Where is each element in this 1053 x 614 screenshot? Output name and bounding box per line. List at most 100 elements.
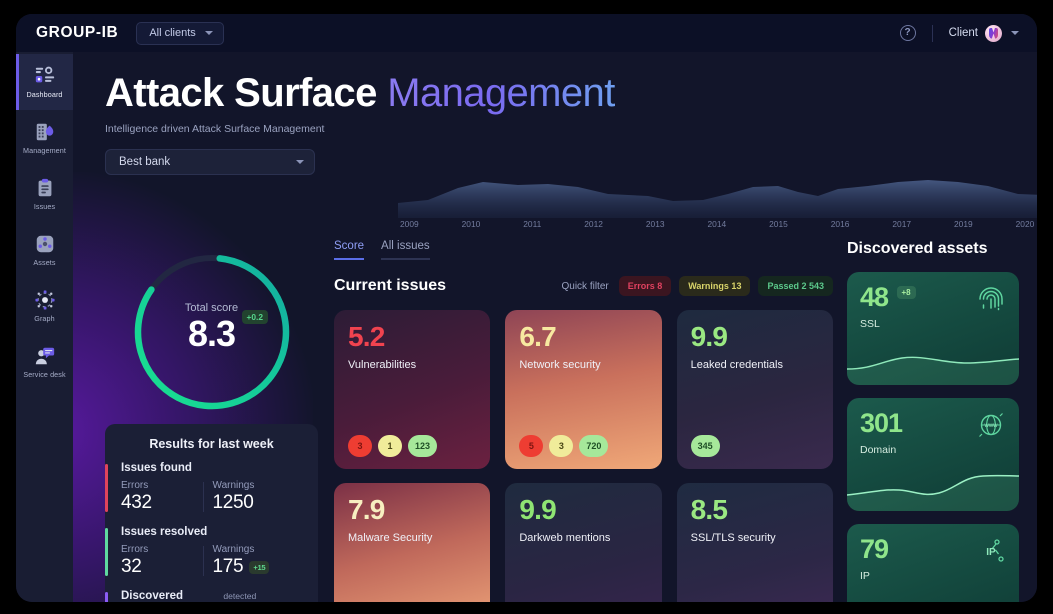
score-card-leaked-credentials[interactable]: 9.9 Leaked credentials 345: [676, 310, 833, 469]
timeline-year: 2020: [1015, 219, 1035, 229]
score-card-malware-security[interactable]: 7.9 Malware Security 4 87: [334, 483, 491, 602]
sidebar-item-issues[interactable]: Issues: [16, 166, 73, 222]
avatar[interactable]: [985, 24, 1002, 42]
body: Dashboard Management Issues Assets Graph…: [16, 52, 1037, 602]
result-cell: Errors 432: [121, 480, 213, 514]
asset-card-ssl[interactable]: 48 +8 SSL: [847, 272, 1019, 385]
filter-warnings[interactable]: Warnings 13: [679, 276, 751, 296]
chip-errors[interactable]: 3: [348, 435, 372, 457]
all-clients-select[interactable]: All clients: [136, 21, 224, 45]
chip-errors[interactable]: 5: [519, 435, 544, 457]
tab-score[interactable]: Score: [334, 240, 365, 260]
all-clients-label: All clients: [149, 27, 196, 39]
card-name: Darkweb mentions: [519, 532, 611, 544]
asset-sparkline: [847, 474, 1019, 511]
cell-key: Warnings: [212, 480, 255, 491]
sidebar-item-management[interactable]: Management: [16, 110, 73, 166]
help-icon[interactable]: ?: [899, 25, 916, 41]
card-name: Network security: [519, 359, 601, 371]
gauge-value: 8.3: [187, 313, 236, 354]
svg-text:www: www: [984, 423, 999, 429]
total-score-gauge: Total score 8.3 +0.2: [117, 246, 307, 418]
card-name: SSL/TLS security: [690, 532, 776, 544]
timeline-year: 2019: [954, 219, 973, 229]
top-bar: GROUP-IB All clients ? Client: [16, 14, 1037, 52]
issues-clipboard-icon: [38, 178, 51, 197]
score-card-vulnerabilities[interactable]: 5.2 Vulnerabilities 3 1 123: [334, 310, 491, 469]
group-accent-bar: [105, 592, 108, 602]
cell-value: 32: [121, 556, 142, 577]
page-subtitle: Intelligence driven Attack Surface Manag…: [105, 123, 325, 135]
sidebar-item-label: Service desk: [23, 370, 66, 379]
sidebar-item-label: Assets: [33, 258, 56, 267]
dashboard-icon: [35, 66, 54, 83]
main-content: Attack Surface Management Intelligence d…: [73, 52, 1037, 602]
sidebar-item-assets[interactable]: Assets: [16, 222, 73, 278]
card-chips: 5 3 720: [519, 435, 609, 457]
assets-network-icon: [36, 235, 53, 253]
ip-network-icon: IP: [986, 539, 1004, 562]
current-issues-header: Current issues Quick filter Errors 8 War…: [334, 276, 833, 296]
tabs: Score All issues: [334, 240, 833, 260]
chip-passed[interactable]: 123: [408, 435, 438, 457]
sidebar: Dashboard Management Issues Assets Graph…: [16, 52, 73, 602]
bank-select[interactable]: Best bank: [105, 149, 315, 175]
sidebar-item-service-desk[interactable]: Service desk: [16, 334, 73, 390]
timeline-year: 2017: [892, 219, 912, 229]
score-card-ssl-tls-security[interactable]: 8.5 SSL/TLS security 1 231: [676, 483, 833, 602]
discovered-assets-column: Discovered assets 48 +8 SSL 301 Domain w…: [847, 240, 1019, 602]
asset-card-ip[interactable]: 79 IP IP: [847, 524, 1019, 602]
year-timeline[interactable]: 2009 2010 2011 2012 2013 2014 2015 2016 …: [398, 170, 1037, 234]
card-score: 9.9: [690, 321, 728, 352]
chevron-down-icon[interactable]: [1011, 31, 1019, 35]
cell-value: 1250: [212, 492, 254, 513]
cell-value: 432: [121, 492, 152, 513]
chip-passed[interactable]: 720: [579, 435, 609, 457]
www-globe-icon: www: [979, 413, 1003, 437]
cell-key: Errors: [121, 480, 149, 491]
asset-value: 79: [860, 534, 889, 564]
asset-value: 48: [860, 282, 889, 312]
asset-value: 301: [860, 408, 903, 438]
timeline-year: 2010: [461, 219, 481, 229]
score-card-network-security[interactable]: 6.7 Network security 5 3 720: [505, 310, 662, 469]
timeline-year: 2014: [707, 219, 727, 229]
card-chips: 3 1 123: [348, 435, 438, 457]
card-score: 7.9: [348, 494, 385, 525]
score-card-darkweb-mentions[interactable]: 9.9 Darkweb mentions 450: [505, 483, 662, 602]
timeline-year: 2009: [400, 219, 419, 229]
chip-warnings[interactable]: 3: [549, 435, 574, 457]
card-score: 8.5: [690, 494, 728, 525]
client-label: Client: [948, 27, 978, 39]
filter-errors[interactable]: Errors 8: [618, 276, 672, 296]
sidebar-item-graph[interactable]: Graph: [16, 278, 73, 334]
card-score: 6.7: [519, 321, 556, 352]
score-card-grid: 5.2 Vulnerabilities 3 1 123 6.7 Network …: [334, 310, 833, 602]
tab-all-issues[interactable]: All issues: [381, 240, 430, 260]
asset-sparkline: [847, 356, 1019, 385]
brand-logo[interactable]: GROUP-IB: [36, 24, 118, 42]
asset-card-domain[interactable]: 301 Domain www: [847, 398, 1019, 511]
sidebar-item-label: Graph: [34, 314, 55, 323]
cell-value: 175 +15: [213, 556, 305, 578]
chip-warnings[interactable]: 1: [378, 435, 402, 457]
bank-select-value: Best bank: [119, 156, 171, 168]
chip-passed[interactable]: 345: [690, 435, 720, 457]
sidebar-item-dashboard[interactable]: Dashboard: [16, 54, 73, 110]
content-inner: Attack Surface Management Intelligence d…: [73, 52, 1037, 602]
group-heading-row: Discovered assets detected automatically: [121, 590, 304, 602]
gauge-center: Total score 8.3: [117, 302, 307, 354]
page-title-light: Management: [387, 71, 615, 115]
cell-key: Errors: [121, 544, 149, 555]
filter-passed[interactable]: Passed 2 543: [758, 276, 833, 296]
group-note: detected automatically: [223, 591, 273, 602]
group-cells: Errors 432 Warnings 1250: [121, 480, 304, 514]
cell-delta-badge: +15: [249, 560, 270, 574]
timeline-area-chart: [398, 180, 1037, 218]
assets-title: Discovered assets: [847, 240, 988, 257]
results-group-discovered-assets: Discovered assets detected automatically…: [105, 590, 318, 602]
top-bar-right: ? Client: [899, 24, 1019, 42]
management-icon: [36, 123, 53, 141]
device-frame: GROUP-IB All clients ? Client Dashboard …: [0, 0, 1053, 614]
group-heading: Issues found: [121, 462, 192, 474]
